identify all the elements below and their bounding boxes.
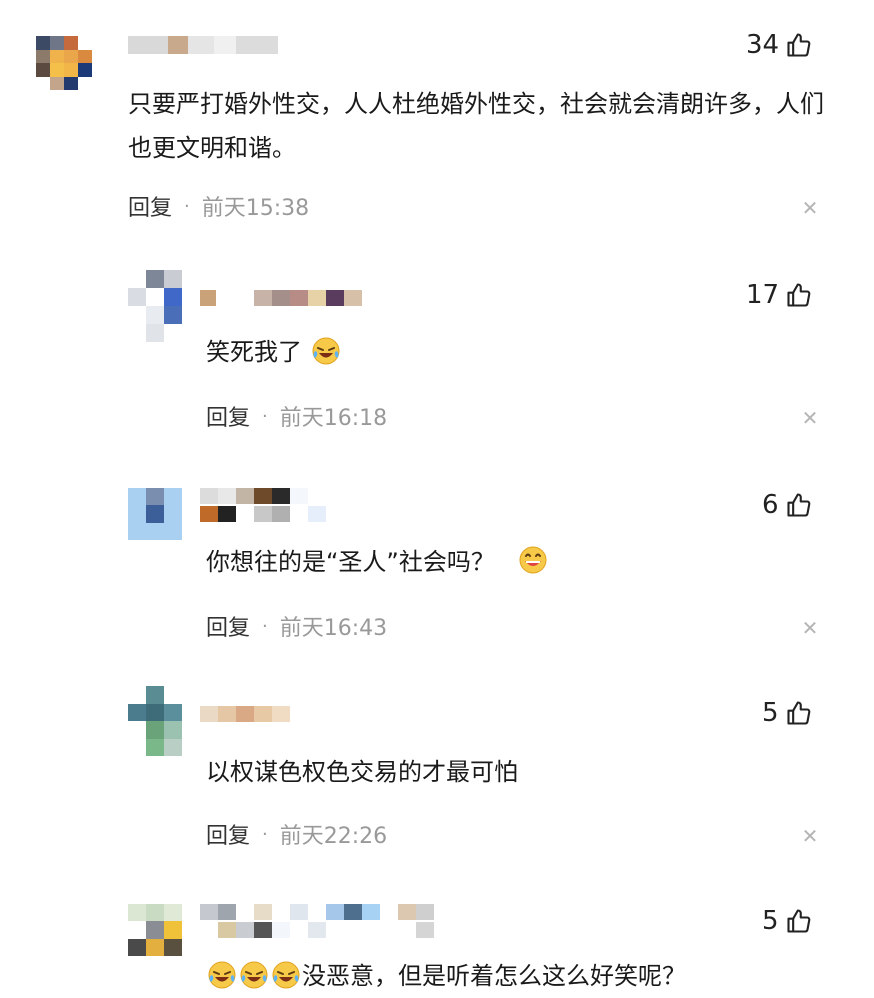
reply-button[interactable]: 回复 — [206, 400, 250, 432]
like-count: 5 — [762, 906, 779, 936]
like-button[interactable]: 5 — [762, 906, 813, 936]
laughing-crying-emoji — [272, 961, 300, 989]
comment-text: 以权谋色权色交易的才最可怕 — [206, 758, 518, 786]
thumbs-up-icon — [786, 701, 810, 725]
timestamp: 前天16:18 — [279, 406, 388, 431]
separator-dot: · — [262, 615, 268, 637]
timestamp: 前天16:43 — [279, 616, 388, 641]
comment-meta: 回复 · 前天15:38 — [128, 190, 309, 222]
username-blurred[interactable] — [200, 706, 290, 722]
close-icon[interactable]: ✕ — [800, 196, 820, 220]
comment-text-content: 笑死我了 — [206, 338, 302, 366]
like-button[interactable]: 17 — [746, 280, 813, 310]
thumbs-up-icon — [787, 283, 811, 307]
avatar[interactable] — [128, 904, 182, 956]
separator-dot: · — [262, 405, 268, 427]
comment-text: 没恶意，但是听着怎么这么好笑呢？ — [206, 954, 686, 998]
separator-dot: · — [262, 823, 268, 845]
avatar[interactable] — [128, 488, 182, 540]
timestamp: 前天15:38 — [201, 196, 310, 221]
comment-text: 只要严打婚外性交，人人杜绝婚外性交，社会就会清朗许多，人们也更文明和谐。 — [128, 90, 824, 162]
comment-meta: 回复 · 前天16:18 — [206, 400, 387, 432]
comment-text-content: 没恶意，但是听着怎么这么好笑呢？ — [302, 962, 686, 990]
like-count: 6 — [762, 490, 779, 520]
close-icon[interactable]: ✕ — [800, 406, 820, 430]
laughing-crying-emoji — [312, 337, 340, 365]
like-button[interactable]: 5 — [762, 698, 813, 728]
close-icon[interactable]: ✕ — [800, 616, 820, 640]
reply-button[interactable]: 回复 — [206, 610, 250, 642]
username-blurred[interactable] — [128, 36, 278, 54]
like-count: 34 — [746, 30, 780, 60]
reply-button[interactable]: 回复 — [128, 190, 172, 222]
comment-text-content: 你想往的是“圣人”社会吗？ — [206, 548, 495, 576]
grinning-emoji — [519, 546, 547, 574]
close-icon[interactable]: ✕ — [800, 824, 820, 848]
username-blurred[interactable] — [200, 290, 362, 306]
thumbs-up-icon — [786, 493, 810, 517]
like-count: 17 — [746, 280, 780, 310]
username-blurred[interactable] — [200, 922, 434, 938]
avatar[interactable] — [128, 686, 182, 756]
like-button[interactable]: 6 — [762, 490, 813, 520]
username-blurred[interactable] — [200, 904, 434, 920]
timestamp: 前天22:26 — [279, 824, 388, 849]
comment-text: 你想往的是“圣人”社会吗？ — [206, 540, 549, 584]
comment-text: 笑死我了 — [206, 330, 342, 374]
reply-button[interactable]: 回复 — [206, 818, 250, 850]
separator-dot: · — [184, 195, 190, 217]
thumbs-up-icon — [787, 33, 811, 57]
laughing-crying-emoji — [240, 961, 268, 989]
thumbs-up-icon — [786, 909, 810, 933]
laughing-crying-emoji — [208, 961, 236, 989]
username-blurred[interactable] — [200, 488, 308, 504]
comment-meta: 回复 · 前天16:43 — [206, 610, 387, 642]
like-button[interactable]: 34 — [746, 30, 813, 60]
like-count: 5 — [762, 698, 779, 728]
avatar[interactable] — [128, 270, 182, 342]
username-blurred[interactable] — [200, 506, 326, 522]
avatar[interactable] — [36, 36, 92, 90]
comment-meta: 回复 · 前天22:26 — [206, 818, 387, 850]
